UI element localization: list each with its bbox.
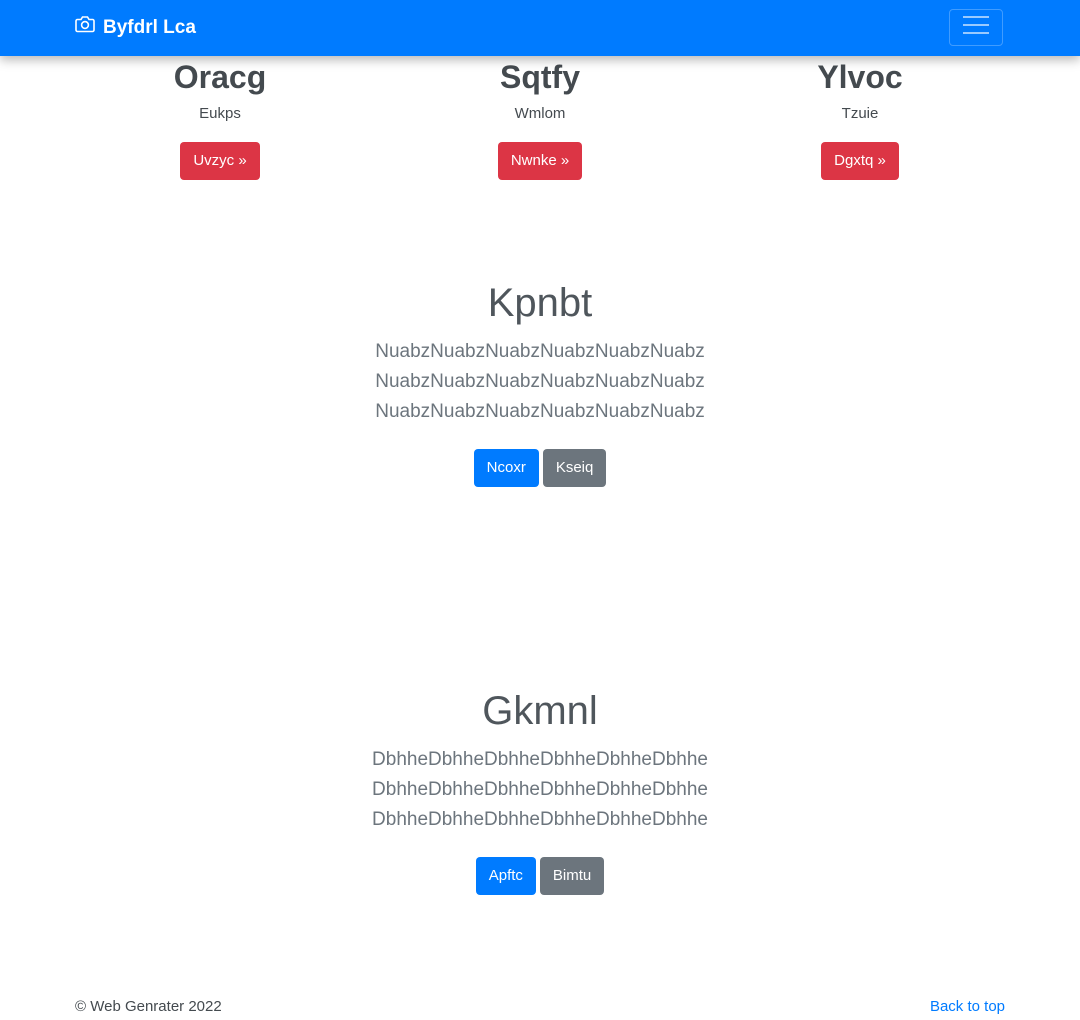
- lead-line: NuabzNuabzNuabzNuabzNuabzNuabz: [375, 401, 705, 422]
- section-heading: Kpnbt: [487, 281, 593, 325]
- lead-line: DbhheDbhheDbhheDbhheDbhheDbhhe: [372, 779, 708, 800]
- feature-title: Oracg: [173, 59, 267, 95]
- back-to-top-link[interactable]: Back to top: [930, 998, 1005, 1015]
- feature-text: Wmlom: [514, 105, 566, 122]
- feature-button-2[interactable]: Nwnke »: [497, 142, 583, 180]
- section-buttons: Apftc Bimtu: [0, 857, 1080, 895]
- feature-button-3[interactable]: Dgxtq »: [821, 142, 899, 180]
- primary-button[interactable]: Apftc: [475, 857, 536, 895]
- hero-section-1: Kpnbt NuabzNuabzNuabzNuabzNuabzNuabz Nua…: [0, 279, 1080, 487]
- navbar-toggler-button[interactable]: [949, 9, 1003, 46]
- feature-title: Ylvoc: [817, 59, 903, 95]
- section-buttons: Ncoxr Kseiq: [0, 449, 1080, 487]
- primary-button[interactable]: Ncoxr: [473, 449, 539, 487]
- section-lead: NuabzNuabzNuabzNuabzNuabzNuabz NuabzNuab…: [0, 337, 1080, 427]
- lead-line: DbhheDbhheDbhheDbhheDbhheDbhhe: [372, 809, 708, 830]
- hamburger-menu-icon: [962, 14, 990, 41]
- feature-text: Eukps: [199, 105, 241, 122]
- hero-section-2: Gkmnl DbhheDbhheDbhheDbhheDbhheDbhhe Dbh…: [0, 687, 1080, 895]
- feature-text: Tzuie: [841, 105, 879, 122]
- navbar-brand[interactable]: Byfdrl Lca: [75, 15, 196, 41]
- feature-button-1[interactable]: Uvzyc »: [180, 142, 260, 180]
- feature-column-1: Oracg Eukps Uvzyc »: [120, 56, 320, 180]
- footer: © Web Genrater 2022 Back to top: [75, 996, 1005, 1020]
- section-heading: Gkmnl: [482, 689, 598, 733]
- feature-column-3: Ylvoc Tzuie Dgxtq »: [760, 56, 960, 180]
- feature-column-2: Sqtfy Wmlom Nwnke »: [440, 56, 640, 180]
- feature-title: Sqtfy: [500, 59, 580, 95]
- footer-copyright: © Web Genrater 2022: [75, 998, 222, 1015]
- secondary-button[interactable]: Kseiq: [542, 449, 607, 487]
- navbar: Byfdrl Lca: [0, 0, 1080, 56]
- lead-line: NuabzNuabzNuabzNuabzNuabzNuabz: [375, 371, 705, 392]
- brand-name: Byfdrl Lca: [103, 17, 196, 38]
- camera-icon: [75, 15, 103, 41]
- section-lead: DbhheDbhheDbhheDbhheDbhheDbhhe DbhheDbhh…: [0, 745, 1080, 835]
- lead-line: DbhheDbhheDbhheDbhheDbhheDbhhe: [372, 749, 708, 770]
- lead-line: NuabzNuabzNuabzNuabzNuabzNuabz: [375, 341, 705, 362]
- secondary-button[interactable]: Bimtu: [539, 857, 605, 895]
